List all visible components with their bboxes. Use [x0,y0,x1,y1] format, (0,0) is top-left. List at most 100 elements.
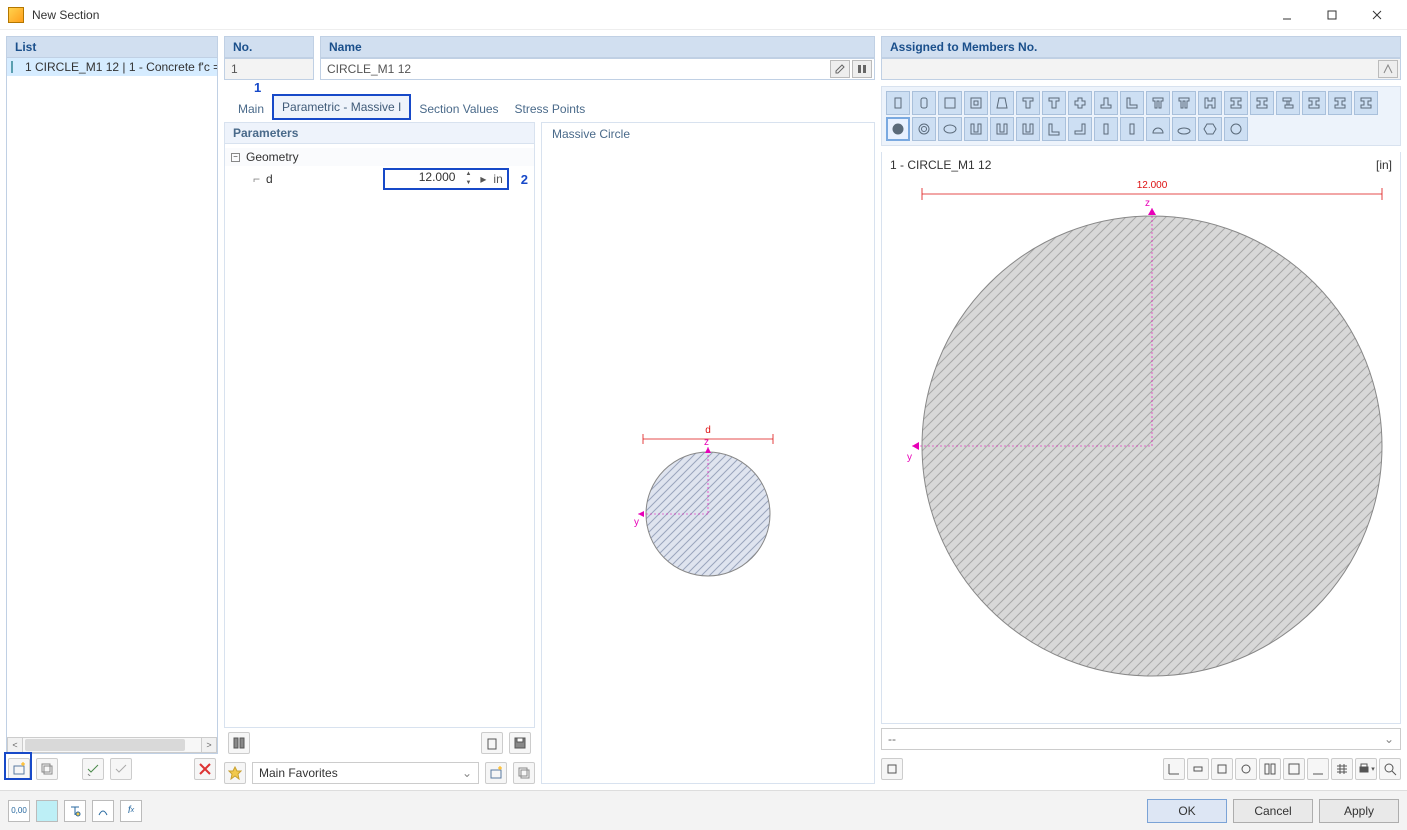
shape-square-hollow-icon[interactable] [964,91,988,115]
shape-cross-icon[interactable] [1068,91,1092,115]
assigned-input[interactable] [881,58,1401,80]
favorites-row: Main Favorites ⌄ [224,762,535,784]
filter-button[interactable] [64,800,86,822]
organize-favorites-button[interactable] [513,762,535,784]
scroll-thumb[interactable] [25,739,185,751]
import-button[interactable] [481,732,503,754]
param-d-input[interactable]: 12.000 [389,170,459,188]
shape-oct-icon[interactable] [1224,117,1248,141]
list-horizontal-scrollbar[interactable]: < > [7,737,217,753]
shape-ibeam-icon[interactable] [1302,91,1326,115]
deselect-all-button[interactable] [110,758,132,780]
shear-button[interactable] [1211,758,1233,780]
unit-picker-icon[interactable]: ▸ [477,172,489,186]
scroll-right-icon[interactable]: > [201,737,217,753]
plastic-button[interactable] [1235,758,1257,780]
fe-button[interactable] [1283,758,1305,780]
scroll-left-icon[interactable]: < [7,737,23,753]
window-title: New Section [32,8,1264,22]
shape-rect-icon[interactable] [886,91,910,115]
collapse-icon[interactable]: − [231,153,240,162]
favorites-combo[interactable]: Main Favorites ⌄ [252,762,479,784]
spin-up-icon[interactable]: ▲ [463,170,473,179]
shape-ring-icon[interactable] [912,117,936,141]
shape-pi2-icon[interactable] [1172,91,1196,115]
axes-button[interactable] [1163,758,1185,780]
scroll-track[interactable] [23,737,201,753]
ok-button[interactable]: OK [1147,799,1227,823]
window-controls [1264,0,1399,30]
shape-l2-icon[interactable] [1068,117,1092,141]
units-button[interactable]: 0,00 [8,800,30,822]
save-button[interactable] [509,732,531,754]
spinner[interactable]: ▲▼ [463,170,473,188]
shape-l-icon[interactable] [1042,117,1066,141]
minimize-button[interactable] [1264,0,1309,30]
shape-invt-icon[interactable] [1094,91,1118,115]
shape-angle-icon[interactable] [1120,91,1144,115]
stress-combo[interactable]: -- ⌄ [881,728,1401,750]
name-input[interactable]: CIRCLE_M1 12 [320,58,875,80]
dim-button[interactable] [1187,758,1209,780]
shape-arch-icon[interactable] [1146,117,1170,141]
shape-t2-icon[interactable] [1042,91,1066,115]
shape-i2-icon[interactable] [1224,91,1248,115]
right-panel: 1 - CIRCLE_M1 12 [in] [881,86,1401,784]
list-item[interactable]: 1 CIRCLE_M1 12 | 1 - Concrete f'c = 40 [7,58,217,76]
shape-ibeam3-icon[interactable] [1354,91,1378,115]
pick-members-button[interactable] [1378,60,1398,78]
shape-rect-rounded-icon[interactable] [912,91,936,115]
shape-i3-icon[interactable] [1250,91,1274,115]
shape-u-icon[interactable] [964,117,988,141]
tab-stress-points[interactable]: Stress Points [507,98,594,120]
no-input[interactable]: 1 [224,58,314,80]
app-icon [8,7,24,23]
list-toolbar: 3 [6,754,218,784]
copy-item-button[interactable] [36,758,58,780]
dimensions-toggle-button[interactable] [881,758,903,780]
favorites-star-icon[interactable] [224,762,246,784]
shape-z-icon[interactable] [1276,91,1300,115]
spin-down-icon[interactable]: ▼ [463,179,473,188]
name-value: CIRCLE_M1 12 [327,62,411,76]
find-button[interactable] [1379,758,1401,780]
library-button[interactable] [852,60,872,78]
tab-main[interactable]: Main [230,98,272,120]
apply-button[interactable]: Apply [1319,799,1399,823]
cancel-button[interactable]: Cancel [1233,799,1313,823]
maximize-button[interactable] [1309,0,1354,30]
print-button[interactable]: ▾ [1355,758,1377,780]
tab-section-values[interactable]: Section Values [411,98,506,120]
delete-button[interactable] [194,758,216,780]
select-all-button[interactable] [82,758,104,780]
shape-trapezoid-icon[interactable] [990,91,1014,115]
big-preview-panel: 1 - CIRCLE_M1 12 [in] [881,152,1401,724]
values-button[interactable] [1331,758,1353,780]
parts-button[interactable] [1259,758,1281,780]
shape-hex-icon[interactable] [1198,117,1222,141]
new-item-button[interactable] [8,758,30,780]
tab-parametric-massive[interactable]: Parametric - Massive I [272,94,411,120]
shape-ibeam2-icon[interactable] [1328,91,1352,115]
section-library-button[interactable] [228,732,250,754]
shape-tall-icon[interactable] [1094,117,1118,141]
shape-t-icon[interactable] [1016,91,1040,115]
edit-name-button[interactable] [830,60,850,78]
info-button[interactable] [92,800,114,822]
color-button[interactable] [36,800,58,822]
shape-tall2-icon[interactable] [1120,117,1144,141]
shape-lens-icon[interactable] [1172,117,1196,141]
shape-pi-icon[interactable] [1146,91,1170,115]
close-button[interactable] [1354,0,1399,30]
points-button[interactable] [1307,758,1329,780]
shape-square-icon[interactable] [938,91,962,115]
add-favorite-button[interactable] [485,762,507,784]
list-body: 1 CIRCLE_M1 12 | 1 - Concrete f'c = 40 <… [6,58,218,754]
formula-button[interactable]: fx [120,800,142,822]
shape-u2-icon[interactable] [990,117,1014,141]
shape-h-icon[interactable] [1198,91,1222,115]
shape-u3-icon[interactable] [1016,117,1040,141]
geometry-row[interactable]: − Geometry [225,148,534,166]
shape-circle-solid-icon[interactable] [886,117,910,141]
shape-ellipse-icon[interactable] [938,117,962,141]
